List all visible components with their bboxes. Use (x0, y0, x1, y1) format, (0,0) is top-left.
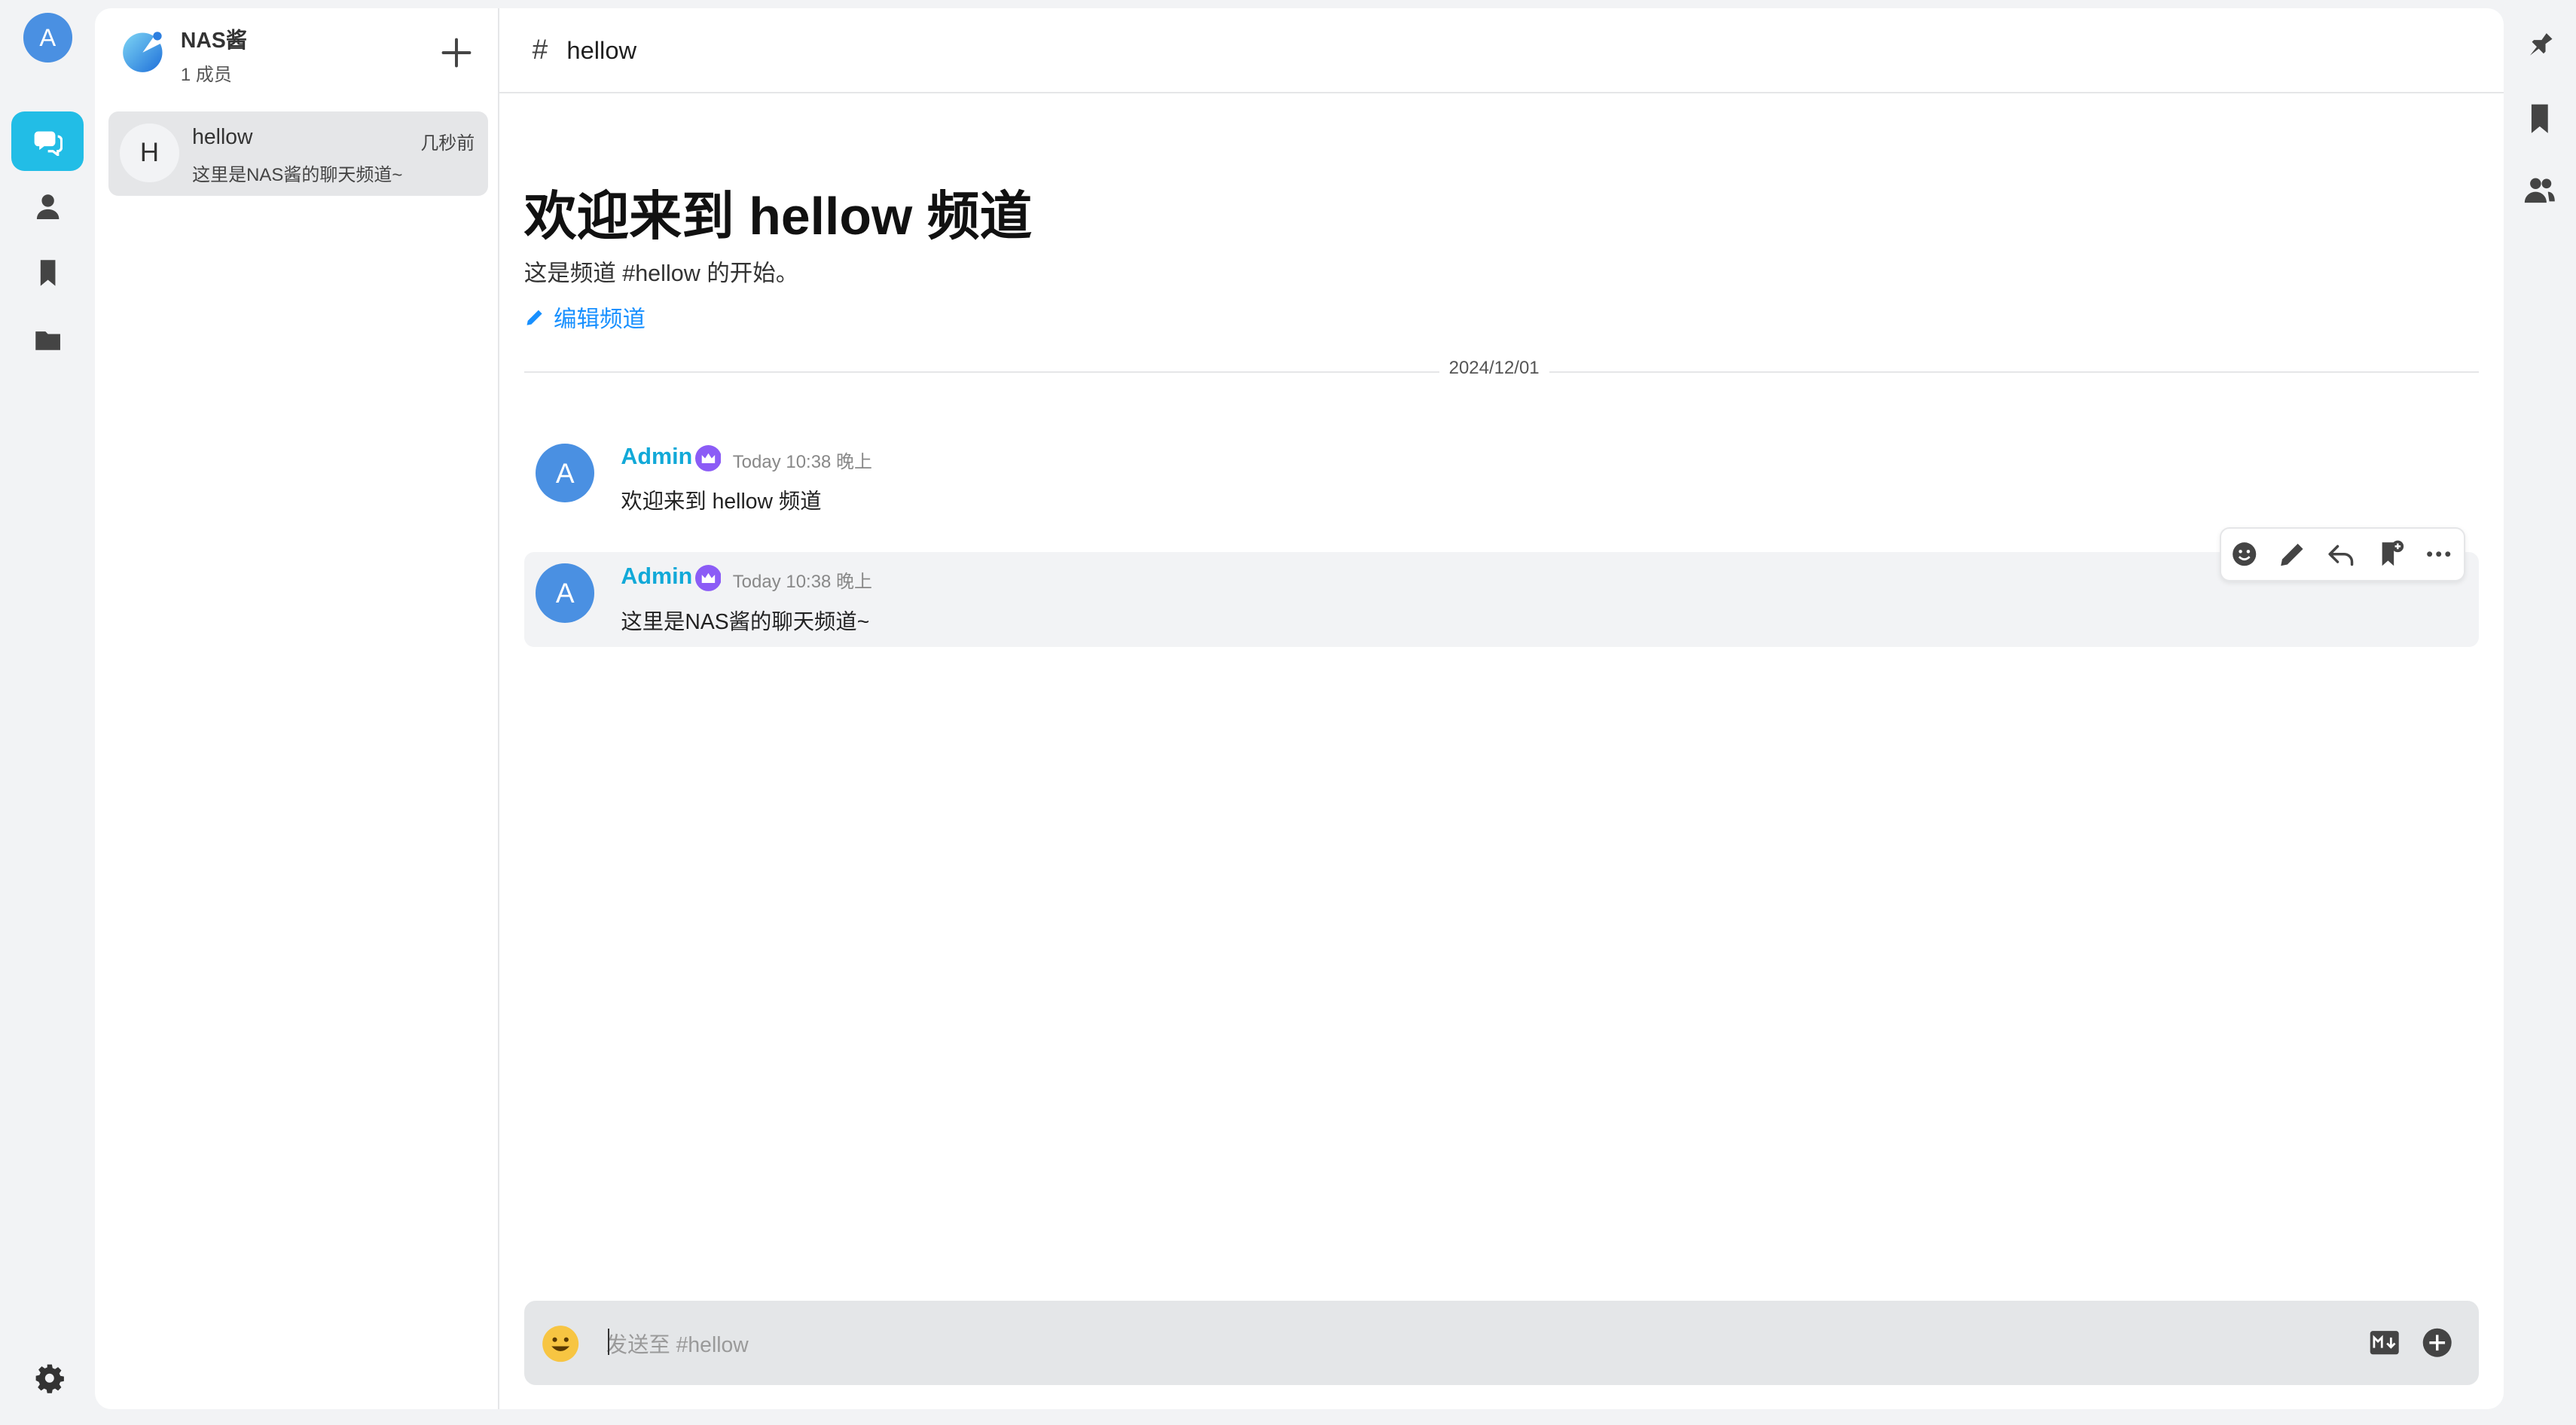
message-composer (523, 1301, 2480, 1385)
members-panel-button[interactable] (2523, 174, 2556, 207)
markdown-toggle-icon[interactable] (2369, 1327, 2400, 1358)
edit-channel-link[interactable]: 编辑频道 (524, 301, 646, 334)
welcome-subtitle: 这是频道 #hellow 的开始。 (523, 261, 799, 287)
more-icon (2426, 551, 2451, 557)
add-attachment-icon[interactable] (2422, 1327, 2452, 1358)
welcome-title: 欢迎来到 hellow 频道 (523, 187, 1033, 246)
members-icon (2524, 178, 2555, 203)
main-panel: NAS酱 1 成员 H hellow 几秒前 这里是NAS酱的聊天频道~ # h… (95, 8, 2504, 1410)
group-name: NAS酱 (180, 28, 248, 53)
user-avatar[interactable]: A (23, 13, 72, 63)
pin-icon (2529, 33, 2553, 56)
channel-hash-icon: # (532, 32, 548, 65)
channel-title: hellow (566, 35, 637, 64)
channel-header: # hellow (499, 8, 2504, 94)
crown-badge-icon (694, 445, 722, 471)
message-author[interactable]: Admin (621, 563, 692, 590)
conversation-item-hellow[interactable]: H hellow 几秒前 这里是NAS酱的聊天频道~ (108, 111, 488, 196)
user-icon (36, 194, 59, 220)
conversation-preview: 这里是NAS酱的聊天频道~ (192, 164, 403, 185)
emoji-picker-icon[interactable] (541, 1324, 580, 1363)
bookmark-add-icon (2382, 540, 2404, 566)
group-logo-icon[interactable] (121, 28, 167, 74)
conversation-time: 几秒前 (420, 133, 475, 154)
message-time: Today 10:38 晚上 (732, 452, 873, 473)
message-item[interactable]: A Admin Today 10:38 晚上 欢迎来到 hellow 频道 (524, 432, 2479, 527)
nav-bookmarks-button[interactable] (11, 243, 84, 303)
message-avatar[interactable]: A (535, 443, 595, 503)
chat-icon (34, 131, 63, 157)
conversation-avatar: H (120, 123, 179, 183)
date-divider-label: 2024/12/01 (1439, 358, 1549, 380)
message-author[interactable]: Admin (621, 444, 692, 470)
pencil-icon (526, 310, 542, 325)
nav-contacts-button[interactable] (11, 178, 84, 237)
edit-message-button[interactable] (2277, 539, 2308, 569)
message-input[interactable] (606, 1329, 2331, 1362)
crown-badge-icon (694, 565, 722, 592)
bookmark-message-button[interactable] (2376, 539, 2407, 569)
folder-icon (35, 331, 60, 350)
nav-files-button[interactable] (11, 310, 84, 370)
text-cursor (607, 1329, 610, 1356)
nav-rail: A (0, 0, 95, 1424)
message-text: 欢迎来到 hellow 频道 (621, 490, 822, 514)
add-reaction-button[interactable] (2229, 539, 2260, 569)
group-member-count: 1 成员 (180, 64, 232, 85)
nav-chat-button[interactable] (11, 111, 84, 171)
message-text: 这里是NAS酱的聊天频道~ (621, 609, 870, 634)
add-plus-icon[interactable] (438, 35, 475, 71)
message-item[interactable]: A Admin Today 10:38 晚上 这里是NAS酱的聊天频道~ (523, 551, 2480, 648)
edit-channel-label: 编辑频道 (553, 307, 646, 333)
emoji-reaction-icon (2233, 542, 2257, 566)
reply-message-button[interactable] (2326, 539, 2357, 569)
channel-view: # hellow 欢迎来到 hellow 频道 这是频道 #hellow 的开始… (499, 8, 2504, 1409)
settings-gear-icon[interactable] (33, 1362, 66, 1395)
conversation-name: hellow (192, 124, 253, 149)
group-sidebar: NAS酱 1 成员 H hellow 几秒前 这里是NAS酱的聊天频道~ (95, 8, 499, 1410)
message-avatar[interactable]: A (535, 563, 595, 623)
bookmarks-panel-button[interactable] (2523, 102, 2556, 135)
edit-icon (2280, 544, 2303, 566)
message-action-toolbar (2219, 527, 2466, 581)
bookmark-icon (2531, 104, 2548, 134)
bookmark-icon (40, 260, 56, 287)
right-toolbar (2504, 0, 2576, 1424)
message-time: Today 10:38 晚上 (732, 572, 873, 593)
pinned-messages-button[interactable] (2523, 29, 2556, 63)
more-actions-button[interactable] (2423, 539, 2454, 569)
reply-icon (2328, 545, 2354, 566)
